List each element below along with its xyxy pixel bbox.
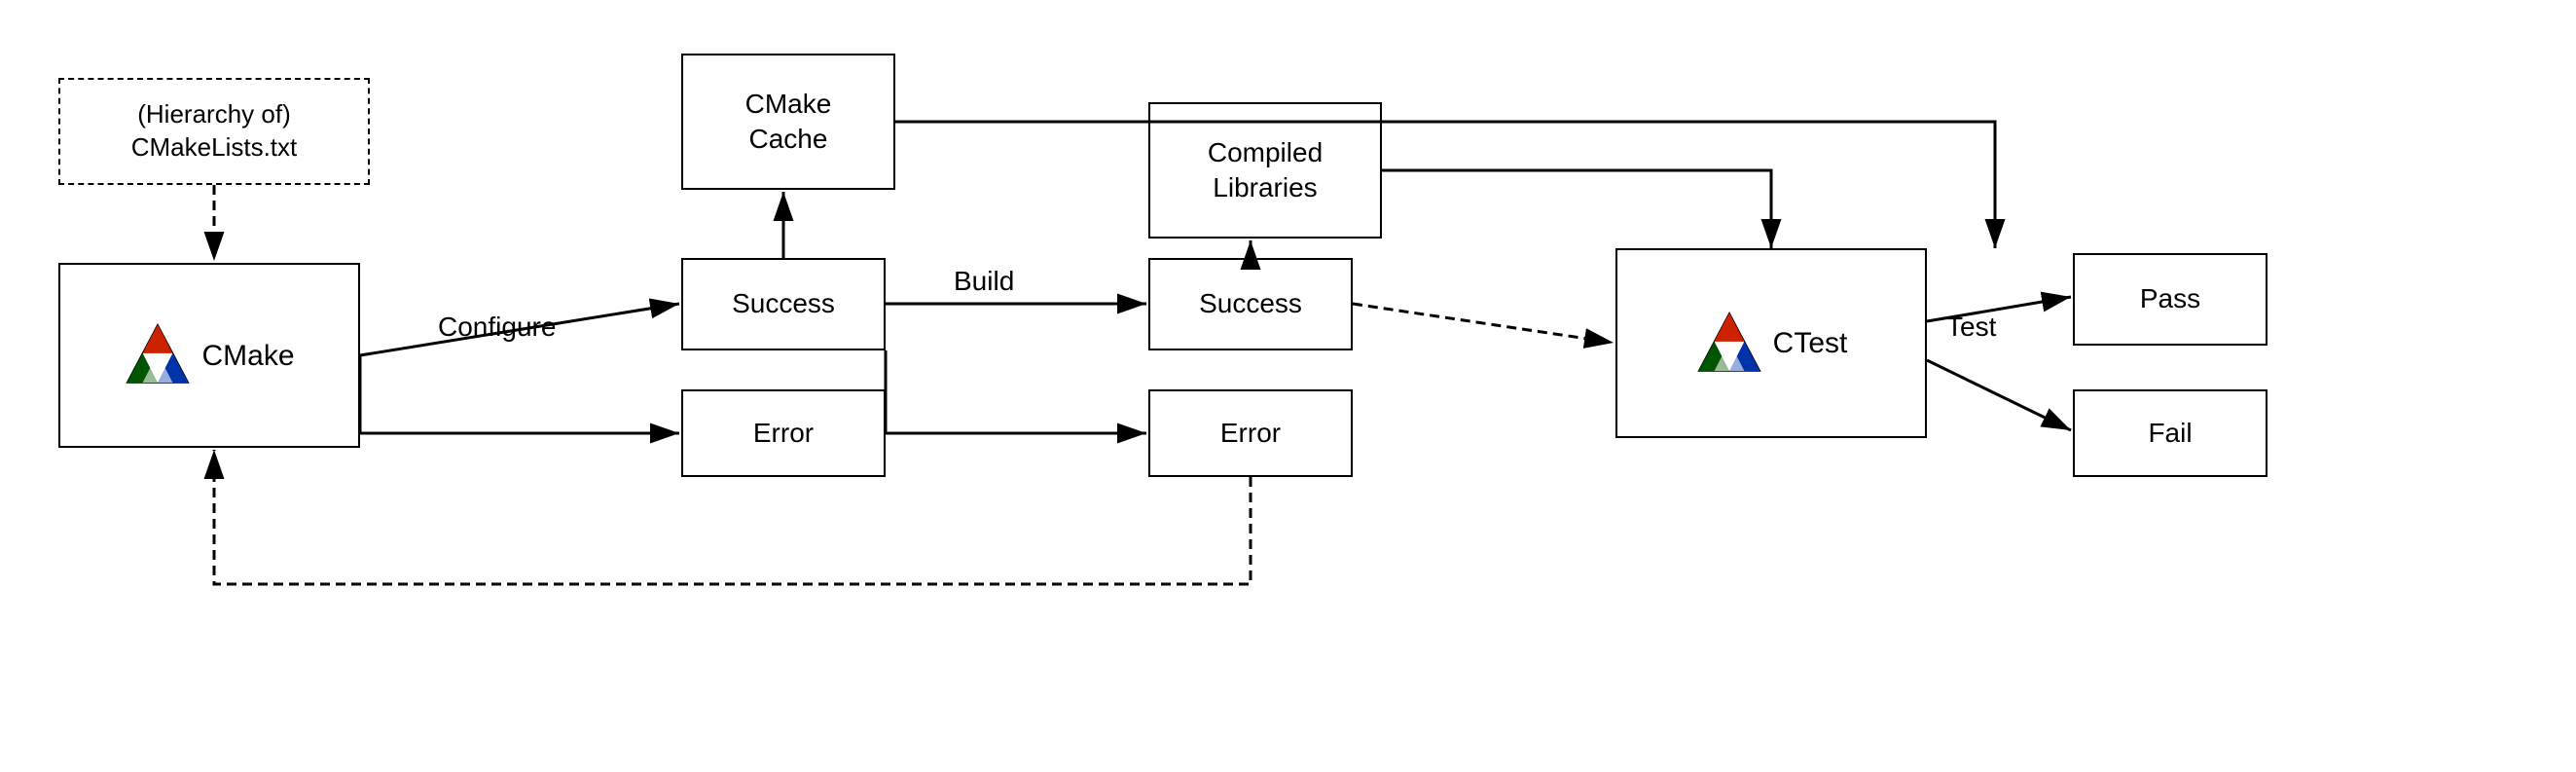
pass-label: Pass (2140, 281, 2200, 316)
fail-box: Fail (2073, 389, 2268, 477)
config-success-box: Success (681, 258, 886, 350)
cmake-logo-icon (124, 321, 192, 389)
config-success-label: Success (732, 286, 835, 321)
cmake-box: CMake (58, 263, 360, 448)
hierarchy-box: (Hierarchy of) CMakeLists.txt (58, 78, 370, 185)
config-error-label: Error (753, 416, 814, 451)
ctest-logo-icon (1695, 310, 1763, 378)
fail-label: Fail (2148, 416, 2192, 451)
hierarchy-label: (Hierarchy of) CMakeLists.txt (60, 98, 368, 165)
cmake-cache-box: CMakeCache (681, 54, 895, 190)
pass-box: Pass (2073, 253, 2268, 346)
svg-text:Test: Test (1946, 312, 1997, 342)
svg-text:Build: Build (954, 266, 1014, 296)
svg-text:Configure: Configure (438, 312, 556, 342)
config-error-box: Error (681, 389, 886, 477)
cmake-workflow-diagram: (Hierarchy of) CMakeLists.txt CMake CMak… (0, 0, 2576, 772)
ctest-box: CTest (1615, 248, 1927, 438)
cmake-label: CMake (201, 337, 294, 375)
compiled-libraries-box: CompiledLibraries (1148, 102, 1382, 239)
build-success-label: Success (1199, 286, 1302, 321)
build-error-label: Error (1220, 416, 1281, 451)
compiled-libraries-label: CompiledLibraries (1208, 135, 1323, 206)
build-error-box: Error (1148, 389, 1353, 477)
ctest-label: CTest (1773, 324, 1848, 362)
cmake-cache-label: CMakeCache (745, 87, 832, 158)
build-success-box: Success (1148, 258, 1353, 350)
